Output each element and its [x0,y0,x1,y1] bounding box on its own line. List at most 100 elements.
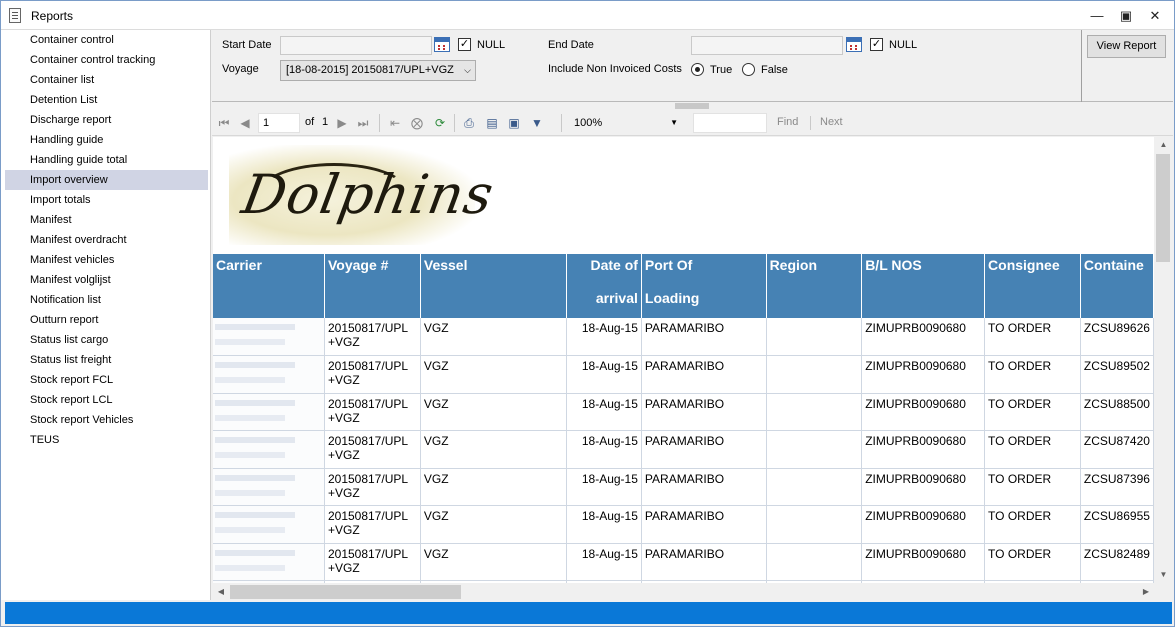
scroll-up-icon[interactable]: ▲ [1154,137,1173,153]
horizontal-scrollbar[interactable]: ◀ ▶ [213,583,1154,601]
report-item-import-totals[interactable]: Import totals [5,190,208,210]
report-item-teus[interactable]: TEUS [5,430,208,450]
report-item-handling-guide-total[interactable]: Handling guide total [5,150,208,170]
end-date-label: End Date [548,39,594,51]
report-item-stock-report-vehicles[interactable]: Stock report Vehicles [5,410,208,430]
port-cell: PARAMARIBO [641,543,767,581]
refresh-icon[interactable]: ⟳ [431,114,449,132]
divider [379,114,380,132]
region-cell [766,393,863,431]
view-report-button[interactable]: View Report [1087,35,1166,58]
calendar-icon[interactable] [434,37,450,52]
column-header-vessel[interactable]: Vessel [420,254,568,318]
report-item-manifest-volglijst[interactable]: Manifest volglijst [5,270,208,290]
first-page-icon[interactable]: ⏮ [215,114,233,132]
next-link[interactable]: Next [820,116,843,128]
scroll-corner [1154,583,1173,601]
report-item-container-list[interactable]: Container list [5,70,208,90]
export-icon[interactable]: ▼ [528,114,546,132]
horizontal-scroll-thumb[interactable] [230,585,461,599]
back-icon[interactable]: ⇤ [386,114,404,132]
voyage-select[interactable]: [18-08-2015] 20150817/UPL+VGZ ⌵ [280,60,476,81]
column-header-carrier[interactable]: Carrier [213,254,325,318]
column-header-container[interactable]: Containe [1080,254,1154,318]
report-item-manifest-overdracht[interactable]: Manifest overdracht [5,230,208,250]
report-item-container-control[interactable]: Container control [5,30,208,50]
report-item-detention-list[interactable]: Detention List [5,90,208,110]
scroll-left-icon[interactable]: ◀ [213,583,229,601]
scroll-right-icon[interactable]: ▶ [1138,583,1154,601]
false-radio[interactable] [742,63,755,76]
report-item-stock-report-lcl[interactable]: Stock report LCL [5,390,208,410]
column-header-port-of-loading[interactable]: Port Of Loading [641,254,767,318]
report-item-outturn-report[interactable]: Outturn report [5,310,208,330]
report-item-discharge-report[interactable]: Discharge report [5,110,208,130]
consignee-cell: TO ORDER [984,505,1081,544]
container-cell: ZCSU88500 [1080,393,1154,431]
date-cell: 18-Aug-15 [566,543,642,581]
vertical-scrollbar[interactable]: ▲ ▼ [1154,137,1173,583]
column-header-date-of-arrival[interactable]: Date of arrival [566,254,642,318]
report-item-notification-list[interactable]: Notification list [5,290,208,310]
divider [810,116,811,130]
calendar-icon[interactable] [846,37,862,52]
start-date-label: Start Date [222,39,272,51]
report-item-handling-guide[interactable]: Handling guide [5,130,208,150]
carrier-cell [213,468,325,506]
start-null-checkbox[interactable]: ✓ [458,38,471,51]
report-item-container-control-tracking[interactable]: Container control tracking [5,50,208,70]
logo-text: Dolphins [237,163,499,226]
column-header-consignee[interactable]: Consignee [984,254,1081,318]
next-page-icon[interactable]: ▶ [333,114,351,132]
report-item-label: Manifest volglijst [30,274,111,286]
chevron-down-icon: ⌵ [464,65,471,75]
report-item-label: Stock report Vehicles [30,414,134,426]
report-item-label: Status list freight [30,354,112,366]
end-null-checkbox[interactable]: ✓ [870,38,883,51]
report-item-label: Container control tracking [30,54,156,66]
report-item-label: Handling guide total [30,154,128,166]
find-input[interactable] [693,113,767,133]
page-number-input[interactable]: 1 [258,113,300,133]
parameter-splitter[interactable] [212,102,1173,110]
report-item-status-list-freight[interactable]: Status list freight [5,350,208,370]
report-item-manifest-vehicles[interactable]: Manifest vehicles [5,250,208,270]
print-layout-icon[interactable]: ▤ [483,114,501,132]
print-icon[interactable]: ⎙ [460,114,478,132]
consignee-cell: TO ORDER [984,355,1081,394]
stop-icon[interactable]: ⨂ [408,114,426,132]
zoom-select[interactable]: 100% ▼ [569,113,683,133]
prev-page-icon[interactable]: ◀ [236,114,254,132]
scroll-down-icon[interactable]: ▼ [1154,567,1173,583]
bl-cell: ZIMUPRB0090680 [861,318,986,356]
close-icon[interactable]: ✕ [1141,6,1169,26]
report-item-import-overview[interactable]: Import overview [5,170,208,190]
table-row: 20150817/UPL +VGZ VGZ 18-Aug-15 PARAMARIBO ZI… [213,355,1154,394]
column-header-bl-nos[interactable]: B/L NOS [861,254,986,318]
last-page-icon[interactable]: ⏭ [354,114,372,132]
vertical-scroll-thumb[interactable] [1156,154,1170,262]
splitter-grip[interactable] [675,103,709,109]
report-item-stock-report-fcl[interactable]: Stock report FCL [5,370,208,390]
report-item-manifest[interactable]: Manifest [5,210,208,230]
find-link[interactable]: Find [777,116,798,128]
column-header-region[interactable]: Region [766,254,863,318]
report-item-label: Import totals [30,194,91,206]
voyage-cell: 20150817/UPL +VGZ [324,505,421,544]
voyage-cell: 20150817/UPL +VGZ [324,468,421,506]
maximize-icon[interactable]: ▣ [1112,6,1140,26]
end-date-field[interactable] [691,36,843,55]
carrier-cell [213,318,325,356]
column-header-voyage[interactable]: Voyage # [324,254,421,318]
report-item-label: Import overview [30,174,108,186]
true-radio[interactable] [691,63,704,76]
page-setup-icon[interactable]: ▣ [505,114,523,132]
bl-cell: ZIMUPRB0090680 [861,430,986,469]
start-date-field[interactable] [280,36,432,55]
region-cell [766,505,863,544]
minimize-icon[interactable]: — [1083,6,1111,26]
reports-window: Reports — ▣ ✕ Container control Containe… [0,0,1175,627]
port-cell: PARAMARIBO [641,430,767,469]
date-cell: 18-Aug-15 [566,468,642,506]
report-item-status-list-cargo[interactable]: Status list cargo [5,330,208,350]
